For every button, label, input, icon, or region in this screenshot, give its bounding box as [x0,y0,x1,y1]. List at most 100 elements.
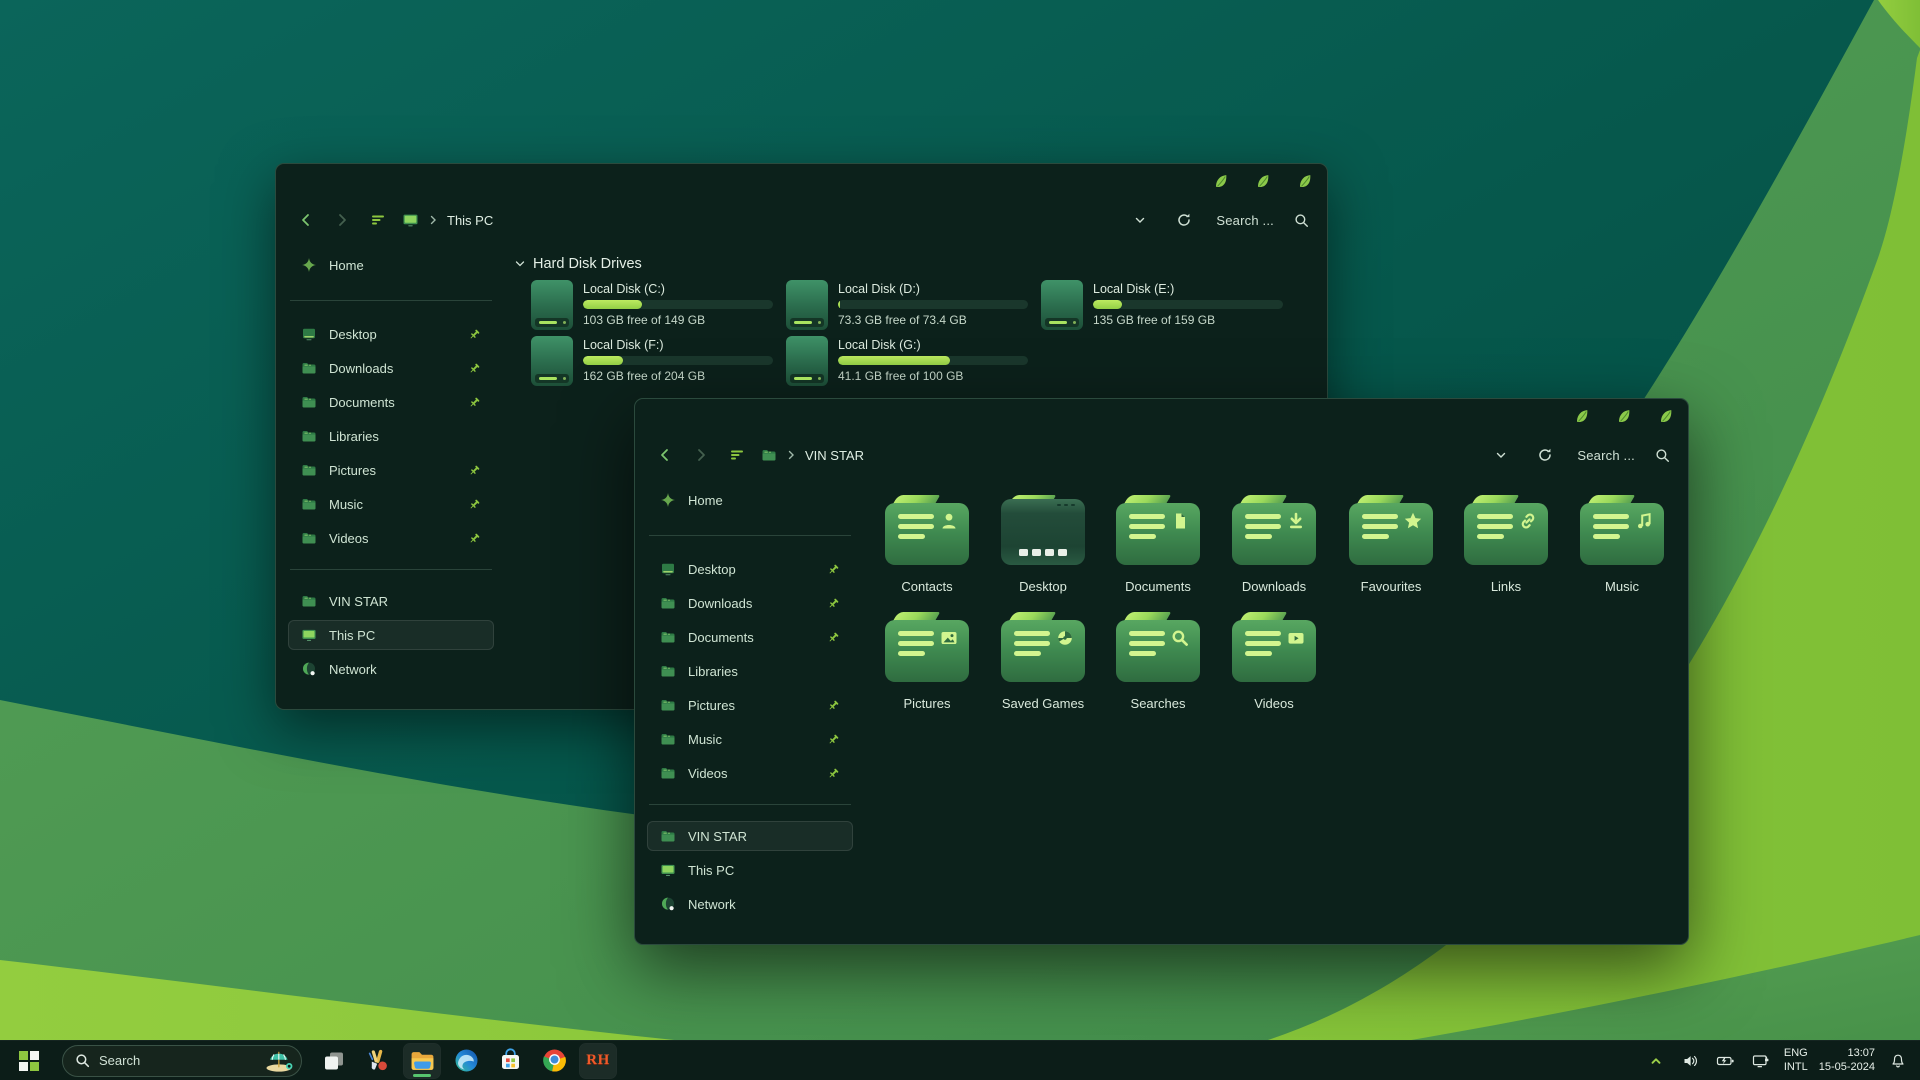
explorer-window-vin-star: VIN STAR Search ... Home Desktop Downloads… [634,398,1689,945]
address-dropdown-button[interactable] [1128,208,1152,232]
sidebar-item-videos[interactable]: Videos [647,758,853,788]
theme-brushes-button[interactable] [360,1044,396,1078]
folder-item-favourites[interactable]: Favourites [1334,495,1448,594]
maximize-button[interactable] [1616,408,1632,424]
sidebar-item-network[interactable]: Network [288,654,494,684]
refresh-button[interactable] [1172,208,1196,232]
sidebar-item-music[interactable]: Music [288,489,494,519]
language-indicator[interactable]: ENG INTL [1784,1047,1808,1073]
sidebar-item-this-pc[interactable]: This PC [288,620,494,650]
drive-item-local-disk-d-[interactable]: Local Disk (D:)73.3 GB free of 73.4 GB [786,278,1036,330]
notifications-bell-icon[interactable] [1886,1049,1910,1073]
back-button[interactable] [294,208,318,232]
search-icon[interactable] [1294,213,1309,228]
magnifier-glyph-icon [1170,628,1190,648]
microsoft-store-button[interactable] [492,1044,528,1078]
minimize-button[interactable] [1574,408,1590,424]
sidebar-item-vin-star[interactable]: VIN STAR [288,586,494,616]
drive-item-local-disk-g-[interactable]: Local Disk (G:)41.1 GB free of 100 GB [786,334,1036,386]
folder-item-music[interactable]: Music [1565,495,1679,594]
sidebar-item-music[interactable]: Music [647,724,853,754]
sidebar-item-downloads[interactable]: Downloads [288,353,494,383]
folder-item-links[interactable]: Links [1449,495,1563,594]
sidebar-item-documents[interactable]: Documents [288,387,494,417]
breadcrumb[interactable]: VIN STAR [761,447,864,463]
sidebar-item-downloads[interactable]: Downloads [647,588,853,618]
chevron-right-icon [428,215,438,225]
sidebar-item-desktop[interactable]: Desktop [647,554,853,584]
folder-lines [1362,514,1398,539]
folder-item-searches[interactable]: Searches [1101,612,1215,711]
search-box[interactable]: Search ... [1216,213,1274,228]
search-icon[interactable] [1655,448,1670,463]
sidebar-item-label: Desktop [688,562,736,577]
file-explorer-button[interactable] [404,1044,440,1078]
taskbar-search-input[interactable]: Search [62,1045,302,1077]
sidebar-item-label: Network [688,897,736,912]
refresh-button[interactable] [1533,443,1557,467]
drive-item-local-disk-e-[interactable]: Local Disk (E:)135 GB free of 159 GB [1041,278,1291,330]
clock[interactable]: 13:07 15-05-2024 [1819,1047,1875,1073]
collapse-chevron-icon[interactable] [514,258,526,270]
close-button[interactable] [1297,173,1313,189]
folder-lines [1129,514,1165,539]
drive-usage-fill [583,300,642,309]
sidebar-item-vin-star[interactable]: VIN STAR [647,821,853,851]
sidebar-item-desktop[interactable]: Desktop [288,319,494,349]
folder-item-desktop[interactable]: Desktop [986,495,1100,594]
folder-lines [1014,631,1050,656]
title-bar[interactable] [276,164,1327,200]
folder-item-documents[interactable]: Documents [1101,495,1215,594]
sidebar-item-network[interactable]: Network [647,889,853,919]
sidebar-item-pictures[interactable]: Pictures [647,690,853,720]
folder-item-videos[interactable]: Videos [1217,612,1331,711]
forward-button[interactable] [330,208,354,232]
sidebar-item-videos[interactable]: Videos [288,523,494,553]
drive-item-local-disk-c-[interactable]: Local Disk (C:)103 GB free of 149 GB [531,278,781,330]
folder-body [1580,503,1664,565]
volume-icon[interactable] [1679,1049,1703,1073]
address-dropdown-button[interactable] [1489,443,1513,467]
sidebar-item-libraries[interactable]: Libraries [288,421,494,451]
sidebar-item-label: Pictures [329,463,376,478]
display-cast-icon[interactable] [1749,1049,1773,1073]
drive-name: Local Disk (E:) [1093,282,1283,296]
folder-item-pictures[interactable]: Pictures [870,612,984,711]
pin-icon [827,767,840,780]
minimize-button[interactable] [1213,173,1229,189]
search-box[interactable]: Search ... [1577,448,1635,463]
task-view-button[interactable] [316,1044,352,1078]
drive-name: Local Disk (D:) [838,282,1028,296]
up-sort-button[interactable] [725,443,749,467]
search-highlight-beach-icon [265,1050,295,1072]
tray-show-hidden-icons-button[interactable] [1644,1049,1668,1073]
breadcrumb[interactable]: This PC [402,212,493,228]
title-bar[interactable] [635,399,1688,435]
drive-item-local-disk-f-[interactable]: Local Disk (F:)162 GB free of 204 GB [531,334,781,386]
maximize-button[interactable] [1255,173,1271,189]
close-button[interactable] [1658,408,1674,424]
folder-item-contacts[interactable]: Contacts [870,495,984,594]
sidebar-item-label: Downloads [688,596,752,611]
battery-icon[interactable] [1714,1049,1738,1073]
folder-item-saved-games[interactable]: Saved Games [986,612,1100,711]
chrome-button[interactable] [536,1044,572,1078]
pin-icon [827,597,840,610]
forward-button[interactable] [689,443,713,467]
folder-icon [301,394,317,410]
up-sort-button[interactable] [366,208,390,232]
windows-logo-icon [19,1051,39,1071]
sidebar-item-home[interactable]: Home [647,485,853,515]
back-button[interactable] [653,443,677,467]
edge-button[interactable] [448,1044,484,1078]
pin-icon [468,498,481,511]
rh-button[interactable]: RH [580,1044,616,1078]
sidebar-item-documents[interactable]: Documents [647,622,853,652]
start-button[interactable] [14,1046,44,1076]
sidebar-item-this-pc[interactable]: This PC [647,855,853,885]
sidebar-item-pictures[interactable]: Pictures [288,455,494,485]
sidebar-item-libraries[interactable]: Libraries [647,656,853,686]
folder-item-downloads[interactable]: Downloads [1217,495,1331,594]
section-header[interactable]: Hard Disk Drives [514,256,642,272]
sidebar-item-home[interactable]: Home [288,250,494,280]
